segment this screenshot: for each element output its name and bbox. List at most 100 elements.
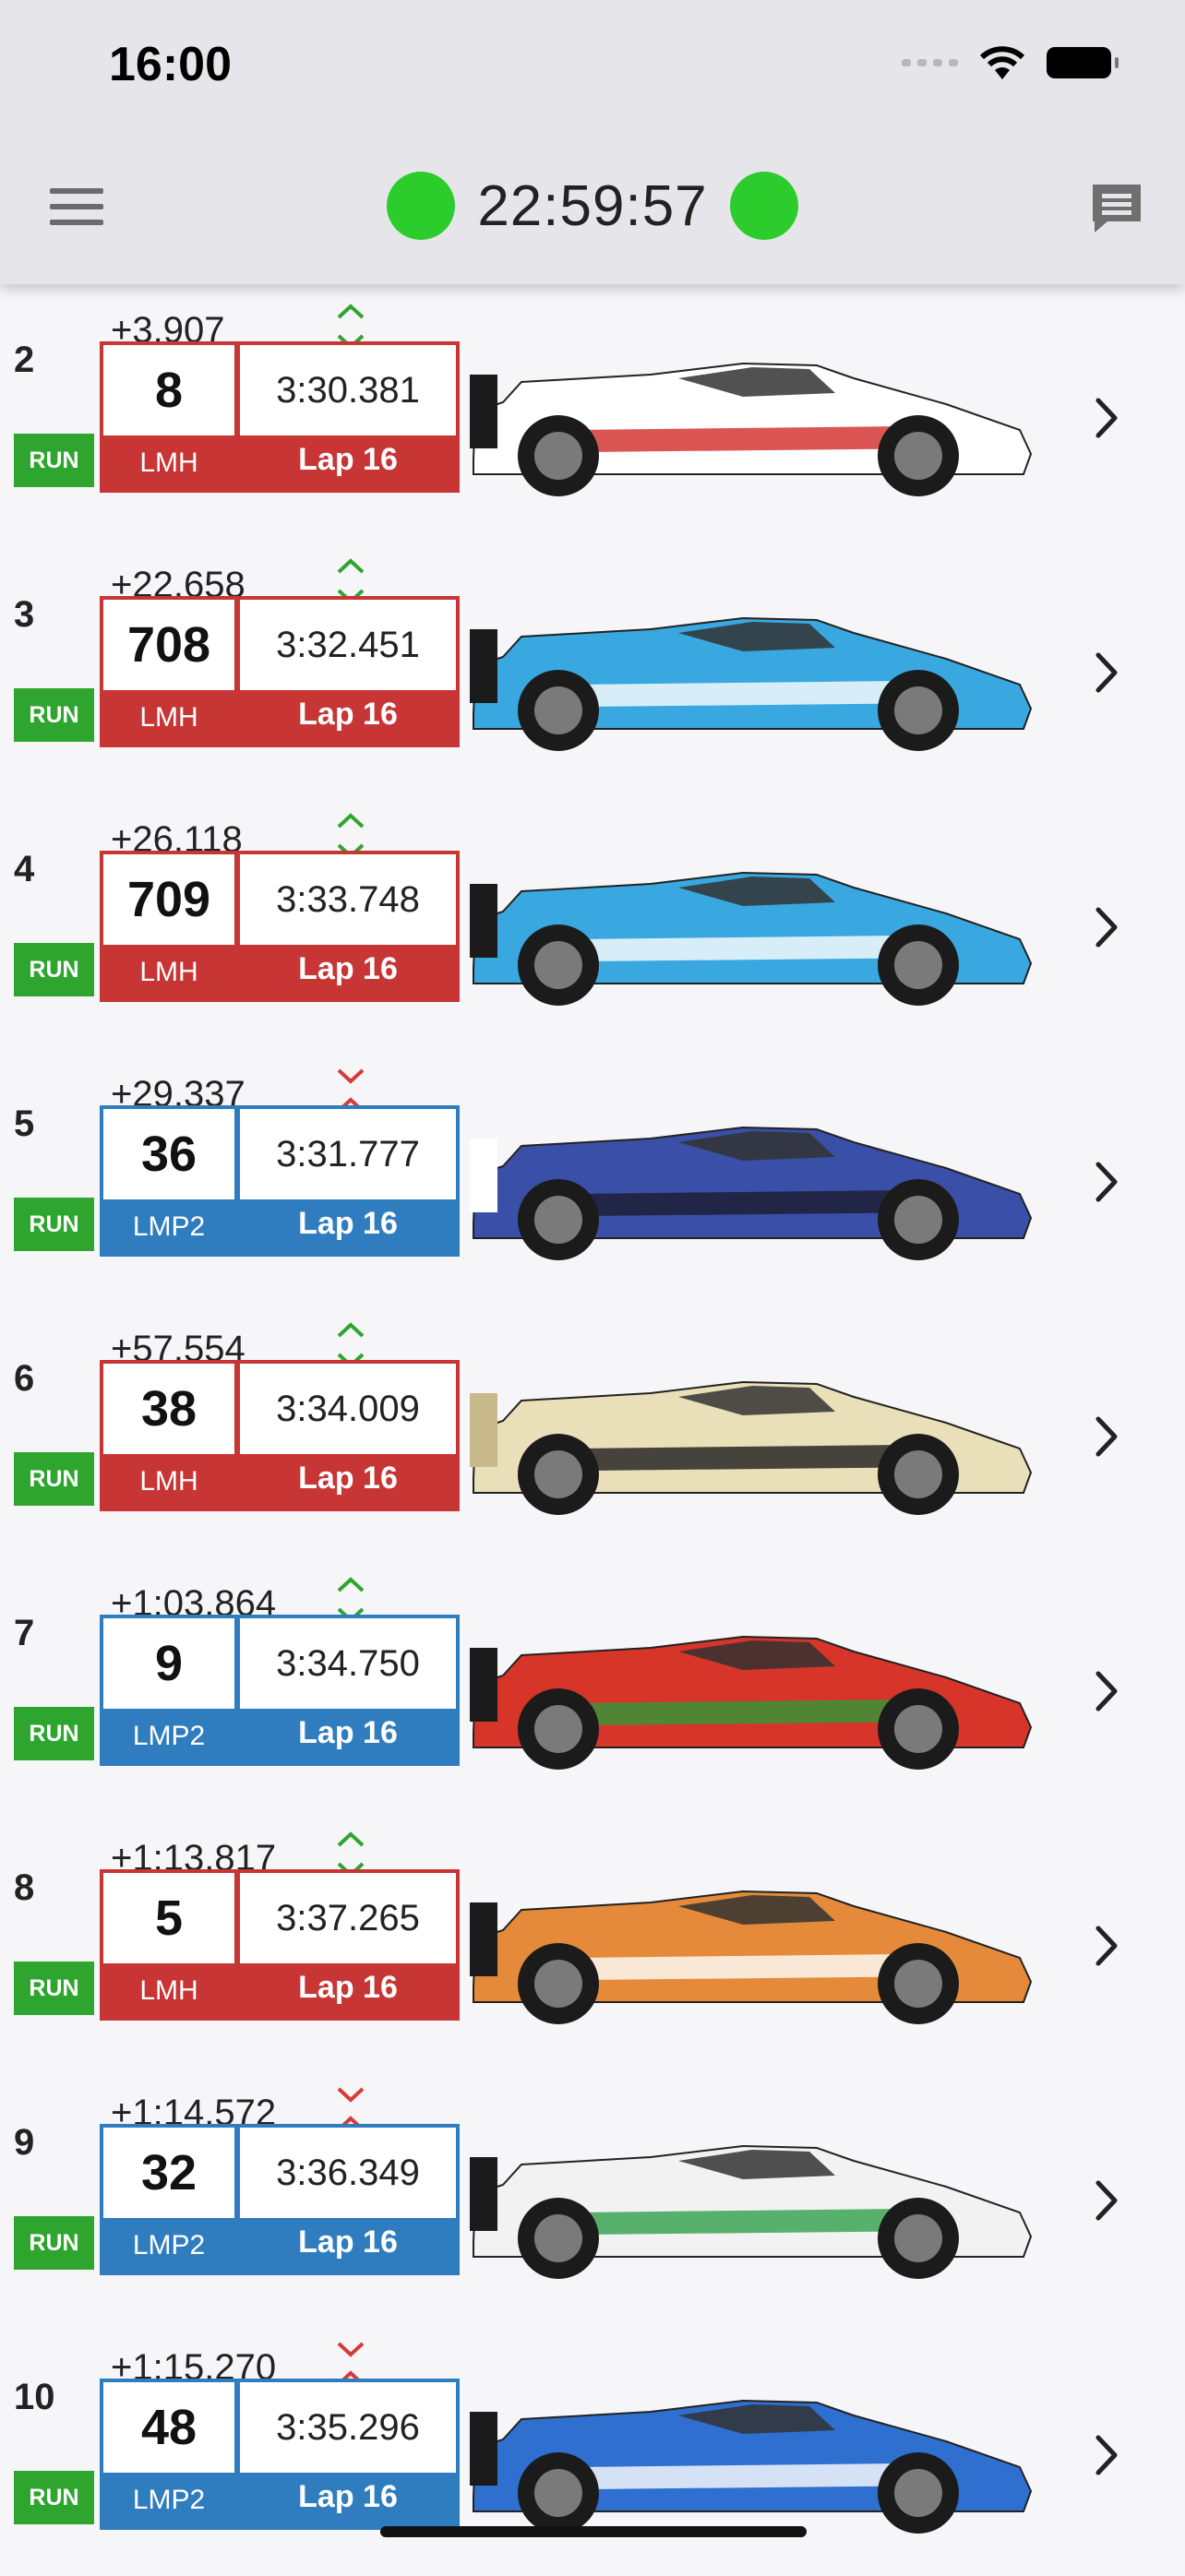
- entry-row[interactable]: 7 RUN 9 3:34.750 LMP2 Lap 16: [0, 1605, 1185, 1812]
- top-bar: 16:00 22:59:57: [0, 0, 1185, 284]
- position-number: 4: [14, 849, 35, 889]
- timing-list[interactable]: +3.907 2 RUN 8 3:30.381 LMH Lap 16 +22.6…: [0, 284, 1185, 2576]
- entry-row[interactable]: 8 RUN 5 3:37.265 LMH Lap 16: [0, 1860, 1185, 2067]
- car-livery-image: [470, 2144, 1033, 2279]
- entry-row[interactable]: 10 RUN 48 3:35.296 LMP2 Lap 16: [0, 2369, 1185, 2576]
- gap-row: +22.658: [0, 539, 1185, 605]
- car-number: 48: [103, 2382, 234, 2473]
- entry-row[interactable]: 3 RUN 708 3:32.451 LMH Lap 16: [0, 587, 1185, 793]
- cellular-signal-icon: [902, 59, 958, 66]
- car-livery-image: [470, 2399, 1033, 2534]
- car-number: 8: [103, 345, 234, 435]
- car-livery-image: [470, 362, 1033, 496]
- timing-card: 38 3:34.009 LMH Lap 16: [100, 1360, 460, 1511]
- timing-card: 8 3:30.381 LMH Lap 16: [100, 341, 460, 493]
- last-lap-time: 3:31.777: [240, 1109, 456, 1199]
- run-status-badge: RUN: [14, 434, 94, 487]
- chevron-right-icon[interactable]: [1093, 904, 1120, 950]
- green-flag-indicator-icon: [387, 172, 456, 240]
- car-number: 36: [103, 1109, 234, 1199]
- car-number: 709: [103, 854, 234, 945]
- status-time: 16:00: [109, 38, 232, 91]
- position-number: 8: [14, 1867, 35, 1908]
- lap-count: Lap 16: [298, 696, 398, 732]
- green-flag-indicator-icon: [729, 172, 798, 240]
- last-lap-time: 3:37.265: [240, 1873, 456, 1963]
- timing-card: 48 3:35.296 LMP2 Lap 16: [100, 2379, 460, 2530]
- run-status-badge: RUN: [14, 1962, 94, 2015]
- gap-row: +57.554: [0, 1303, 1185, 1369]
- timing-card: 9 3:34.750 LMP2 Lap 16: [100, 1615, 460, 1766]
- home-indicator: [380, 2526, 807, 2537]
- gap-row: +29.337: [0, 1048, 1185, 1115]
- entry-row[interactable]: 6 RUN 38 3:34.009 LMH Lap 16: [0, 1351, 1185, 1557]
- position-number: 7: [14, 1613, 35, 1653]
- entry-row[interactable]: 5 RUN 36 3:31.777 LMP2 Lap 16: [0, 1096, 1185, 1303]
- class-label: LMP2: [132, 2230, 206, 2260]
- car-number: 708: [103, 600, 234, 690]
- chevron-right-icon[interactable]: [1093, 1413, 1120, 1460]
- last-lap-time: 3:34.750: [240, 1618, 456, 1709]
- gap-row: +26.118: [0, 793, 1185, 860]
- timing-card: 36 3:31.777 LMP2 Lap 16: [100, 1105, 460, 1257]
- gap-row: +3.907: [0, 284, 1185, 351]
- entry-row[interactable]: 9 RUN 32 3:36.349 LMP2 Lap 16: [0, 2115, 1185, 2321]
- class-label: LMH: [139, 447, 198, 478]
- car-livery-image: [470, 871, 1033, 1006]
- chevron-right-icon[interactable]: [1093, 2177, 1120, 2224]
- class-label: LMP2: [132, 1721, 206, 1751]
- lap-count: Lap 16: [298, 1969, 398, 2005]
- chevron-right-icon[interactable]: [1093, 1668, 1120, 1714]
- chevron-right-icon[interactable]: [1093, 2432, 1120, 2478]
- car-number: 32: [103, 2128, 234, 2218]
- messages-icon[interactable]: [1089, 181, 1144, 236]
- last-lap-time: 3:32.451: [240, 600, 456, 690]
- class-label: LMH: [139, 702, 198, 733]
- class-label: LMH: [139, 1975, 198, 2006]
- position-number: 2: [14, 340, 35, 380]
- gap-row: +1:03.864: [0, 1557, 1185, 1624]
- class-label: LMP2: [132, 1211, 206, 1242]
- timing-card: 709 3:33.748 LMH Lap 16: [100, 851, 460, 1002]
- last-lap-time: 3:34.009: [240, 1364, 456, 1454]
- gap-row: +1:14.572: [0, 2067, 1185, 2133]
- timing-card: 5 3:37.265 LMH Lap 16: [100, 1869, 460, 2021]
- chevron-right-icon[interactable]: [1093, 1923, 1120, 1969]
- class-label: LMH: [139, 1466, 198, 1497]
- entry-row[interactable]: 4 RUN 709 3:33.748 LMH Lap 16: [0, 841, 1185, 1048]
- car-livery-image: [470, 1126, 1033, 1260]
- wifi-icon: [979, 46, 1025, 79]
- car-livery-image: [470, 1380, 1033, 1515]
- run-status-badge: RUN: [14, 688, 94, 742]
- gap-row: +1:13.817: [0, 1812, 1185, 1878]
- position-number: 10: [14, 2377, 55, 2417]
- car-livery-image: [470, 1890, 1033, 2024]
- race-clock-group: 22:59:57: [0, 172, 1185, 240]
- position-number: 3: [14, 594, 35, 635]
- chevron-right-icon[interactable]: [1093, 1159, 1120, 1205]
- race-clock: 22:59:57: [477, 173, 708, 238]
- chevron-right-icon[interactable]: [1093, 395, 1120, 441]
- run-status-badge: RUN: [14, 943, 94, 996]
- timing-card: 708 3:32.451 LMH Lap 16: [100, 596, 460, 747]
- lap-count: Lap 16: [298, 2478, 398, 2514]
- lap-count: Lap 16: [298, 1205, 398, 1241]
- run-status-badge: RUN: [14, 1707, 94, 1760]
- class-label: LMH: [139, 957, 198, 987]
- gap-row: +1:15.270: [0, 2321, 1185, 2388]
- car-livery-image: [470, 1635, 1033, 1770]
- car-number: 5: [103, 1873, 234, 1963]
- last-lap-time: 3:35.296: [240, 2382, 456, 2473]
- run-status-badge: RUN: [14, 2471, 94, 2524]
- battery-icon: [1047, 47, 1119, 78]
- run-status-badge: RUN: [14, 1452, 94, 1506]
- car-number: 38: [103, 1364, 234, 1454]
- last-lap-time: 3:36.349: [240, 2128, 456, 2218]
- position-number: 5: [14, 1103, 35, 1144]
- entry-row[interactable]: 2 RUN 8 3:30.381 LMH Lap 16: [0, 332, 1185, 539]
- timing-card: 32 3:36.349 LMP2 Lap 16: [100, 2124, 460, 2275]
- chevron-right-icon[interactable]: [1093, 650, 1120, 696]
- car-livery-image: [470, 616, 1033, 751]
- car-number: 9: [103, 1618, 234, 1709]
- last-lap-time: 3:30.381: [240, 345, 456, 435]
